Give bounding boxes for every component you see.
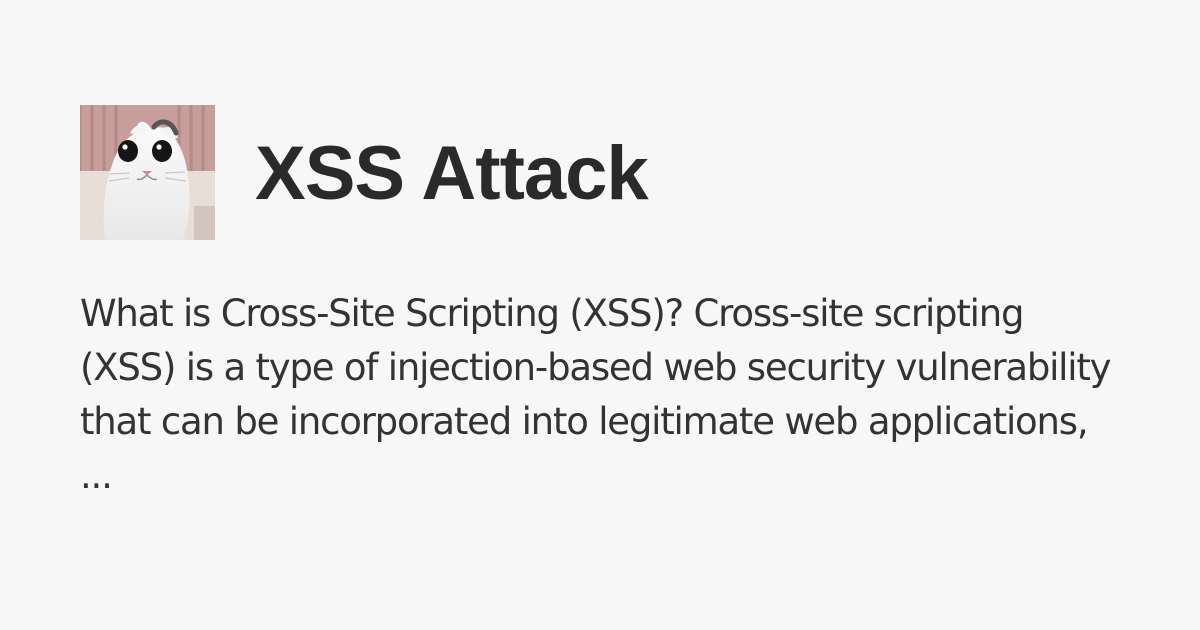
cat-photo-icon [80,105,215,240]
article-excerpt: What is Cross-Site Scripting (XSS)? Cros… [80,292,1112,497]
preview-card: XSS Attack What is Cross-Site Scripting … [0,0,1200,630]
page-title: XSS Attack [255,131,649,216]
